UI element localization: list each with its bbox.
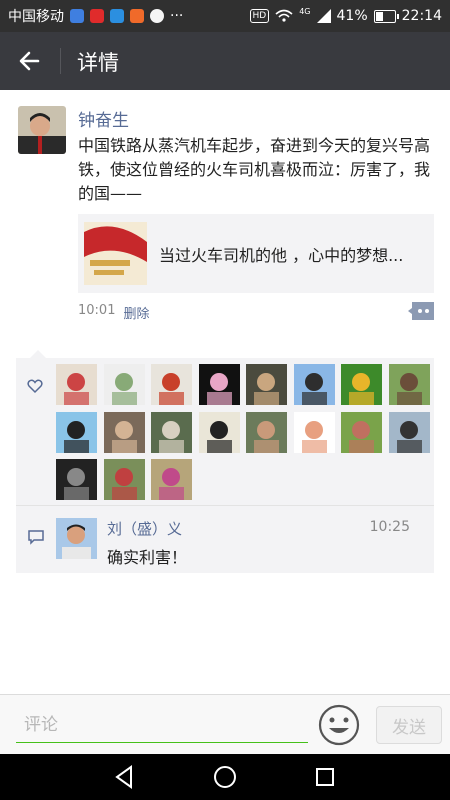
battery-icon	[373, 9, 399, 23]
liker-avatar[interactable]	[151, 459, 192, 500]
liker-avatar[interactable]	[151, 364, 192, 405]
pen-app-icon	[70, 9, 84, 23]
liker-avatar[interactable]	[56, 459, 97, 500]
liker-avatar[interactable]	[293, 411, 335, 453]
comment-input[interactable]	[16, 707, 308, 743]
post-time: 10:01	[78, 303, 116, 318]
liker-avatar[interactable]	[246, 411, 287, 453]
page-title: 详情	[77, 51, 119, 75]
author-avatar[interactable]	[18, 106, 66, 154]
hd-badge: HD	[249, 9, 270, 23]
comment-time: 10:25	[369, 519, 410, 535]
shared-link-card[interactable]: 当过火车司机的他 ，心中的梦想...	[78, 214, 434, 293]
commenter-name[interactable]: 刘（盛）义	[107, 518, 182, 539]
author-name[interactable]: 钟奋生	[78, 106, 129, 131]
recents-square-icon[interactable]	[311, 763, 339, 791]
more-notifications: ···	[170, 8, 184, 24]
link-title: 当过火车司机的他 ，心中的梦想...	[159, 246, 404, 265]
weather-app-icon	[150, 9, 164, 23]
liker-avatar[interactable]	[388, 411, 430, 453]
delete-link[interactable]: 删除	[123, 303, 149, 322]
liker-avatar[interactable]	[103, 459, 145, 500]
back-triangle-icon[interactable]	[111, 763, 139, 791]
likes-comments-panel: 刘（盛）义 10:25 确实利害！	[16, 350, 434, 573]
liker-avatar[interactable]	[56, 364, 97, 405]
comment-input-bar: 发送	[0, 694, 450, 755]
comment-more-icon[interactable]	[408, 302, 434, 320]
liker-avatar[interactable]	[341, 364, 382, 405]
browser-app-icon	[110, 9, 124, 23]
liker-avatar[interactable]	[388, 364, 430, 405]
link-thumbnail	[84, 222, 147, 285]
liker-avatar[interactable]	[103, 364, 145, 405]
status-bar: 中国移动 ··· HD 4G 41% 22:14	[0, 0, 450, 32]
emoji-icon[interactable]	[318, 704, 360, 746]
comment-text: 确实利害！	[107, 548, 188, 567]
video-app-icon	[90, 9, 104, 23]
home-circle-icon[interactable]	[211, 763, 239, 791]
post-text: 中国铁路从蒸汽机车起步，奋进到今天的复兴号高铁，使这位曾经的火车司机喜极而泣：厉…	[78, 136, 431, 203]
heart-icon	[27, 379, 43, 394]
title-divider	[60, 48, 61, 74]
liker-avatar[interactable]	[103, 411, 145, 453]
wifi-icon	[275, 9, 293, 22]
likes-separator	[16, 505, 434, 506]
network-type: 4G	[299, 6, 311, 16]
liker-avatar[interactable]	[151, 411, 192, 453]
liker-avatar[interactable]	[56, 411, 97, 453]
media-app-icon	[130, 9, 144, 23]
navigation-bar	[0, 754, 450, 800]
post-meta: 10:01 删除	[78, 303, 149, 322]
carrier-label: 中国移动	[8, 9, 64, 25]
liker-avatar[interactable]	[293, 364, 335, 405]
liker-avatar[interactable]	[246, 364, 287, 405]
clock: 22:14	[401, 8, 442, 24]
liker-avatar[interactable]	[198, 364, 240, 405]
send-button[interactable]: 发送	[376, 706, 442, 744]
battery-percent: 41%	[336, 8, 368, 24]
title-bar: 详情	[0, 32, 450, 90]
liker-avatar[interactable]	[198, 411, 240, 453]
liker-avatar[interactable]	[341, 411, 382, 453]
comment-icon	[28, 530, 44, 545]
back-arrow-icon[interactable]	[14, 45, 46, 77]
commenter-avatar[interactable]	[56, 518, 97, 559]
signal-icon	[316, 9, 331, 23]
